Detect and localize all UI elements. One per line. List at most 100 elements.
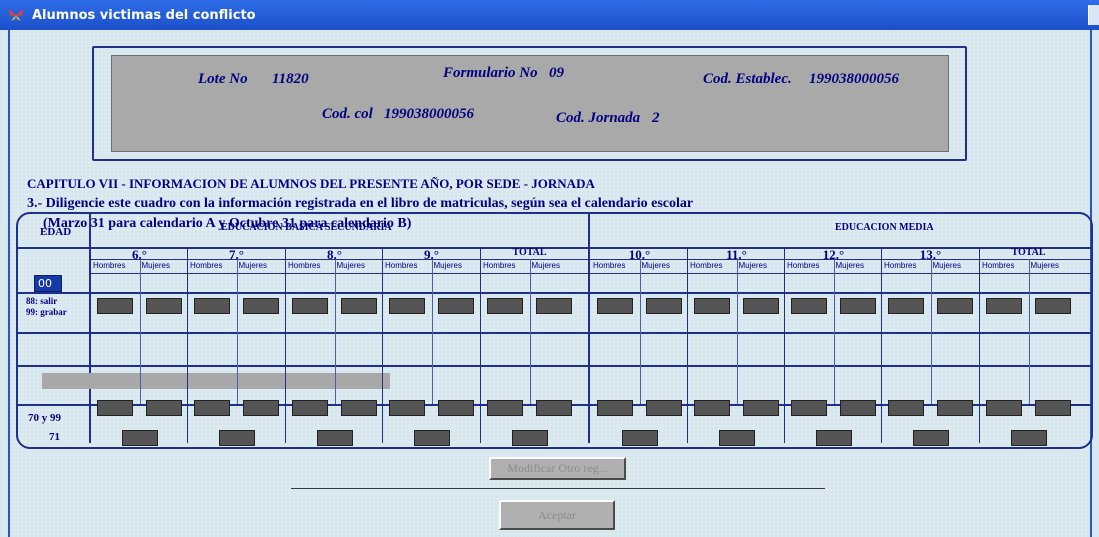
mujeres-label: Mujeres bbox=[433, 261, 462, 270]
count-field[interactable] bbox=[487, 298, 523, 314]
header-frame: Lote No 11820 Formulario No 09 Cod. Esta… bbox=[92, 46, 967, 161]
chapter-title: CAPITULO VII - INFORMACION DE ALUMNOS DE… bbox=[27, 176, 595, 191]
grid-line bbox=[687, 247, 688, 443]
count-field[interactable] bbox=[437, 298, 474, 314]
grid-line bbox=[784, 247, 785, 443]
count-field[interactable] bbox=[888, 400, 924, 416]
count-field[interactable] bbox=[1034, 400, 1071, 416]
grid-line bbox=[480, 247, 481, 443]
mujeres-label: Mujeres bbox=[1030, 261, 1059, 270]
count-field[interactable] bbox=[936, 298, 973, 314]
count-field[interactable] bbox=[242, 298, 279, 314]
count-field[interactable] bbox=[145, 298, 182, 314]
count-field[interactable] bbox=[194, 400, 230, 416]
grid-line bbox=[930, 259, 932, 404]
grid-line bbox=[334, 259, 336, 404]
count-field[interactable] bbox=[839, 298, 876, 314]
instruction-line-2: (Marzo 31 para calendario A y Octubre 31… bbox=[43, 216, 412, 231]
codcol-value: 199038000056 bbox=[384, 106, 474, 122]
count-field[interactable] bbox=[437, 400, 474, 416]
mujeres-label: Mujeres bbox=[932, 261, 961, 270]
count-field[interactable] bbox=[742, 298, 779, 314]
count-field[interactable] bbox=[340, 298, 377, 314]
count-field[interactable] bbox=[839, 400, 876, 416]
mujeres-label: Mujeres bbox=[835, 261, 864, 270]
count-field-71[interactable] bbox=[718, 430, 755, 446]
grid-line bbox=[588, 214, 590, 443]
count-field[interactable] bbox=[597, 298, 633, 314]
count-field-71[interactable] bbox=[316, 430, 353, 446]
count-field[interactable] bbox=[340, 400, 377, 416]
codcol-label: Cod. col bbox=[322, 106, 373, 122]
count-field-71[interactable] bbox=[815, 430, 852, 446]
count-field[interactable] bbox=[888, 298, 924, 314]
count-field-71[interactable] bbox=[121, 430, 158, 446]
count-field[interactable] bbox=[742, 400, 779, 416]
grabar-label: 99: grabar bbox=[26, 307, 67, 317]
grid-line bbox=[1028, 259, 1030, 404]
count-field[interactable] bbox=[645, 298, 682, 314]
salir-label: 88: salir bbox=[26, 296, 58, 306]
count-field[interactable] bbox=[97, 400, 133, 416]
grid-line bbox=[639, 259, 641, 404]
title-bar: Alumnos victimas del conflicto bbox=[0, 0, 1099, 30]
grid-line bbox=[881, 247, 882, 443]
mujeres-label: Mujeres bbox=[738, 261, 767, 270]
count-field-71[interactable] bbox=[511, 430, 548, 446]
count-field[interactable] bbox=[1034, 298, 1071, 314]
window-title: Alumnos victimas del conflicto bbox=[32, 7, 256, 23]
count-field-71[interactable] bbox=[218, 430, 255, 446]
count-field[interactable] bbox=[986, 298, 1022, 314]
grid-line bbox=[89, 273, 1091, 274]
count-field[interactable] bbox=[389, 298, 425, 314]
count-field-71[interactable] bbox=[621, 430, 658, 446]
count-field[interactable] bbox=[535, 400, 572, 416]
edad-input[interactable]: 00 bbox=[34, 275, 62, 292]
count-field[interactable] bbox=[694, 298, 730, 314]
count-field[interactable] bbox=[242, 400, 279, 416]
grid-line bbox=[979, 247, 980, 443]
count-field[interactable] bbox=[487, 400, 523, 416]
instruction-line-1: 3.- Diligencie este cuadro con la inform… bbox=[27, 196, 694, 211]
enrollment-grid: EDAD EDUCACION BASICA SECUNDARIA EDUCACI… bbox=[16, 212, 1093, 449]
aceptar-button[interactable]: Aceptar bbox=[499, 500, 615, 530]
grid-line bbox=[236, 259, 238, 404]
count-field[interactable] bbox=[986, 400, 1022, 416]
grid-line bbox=[285, 247, 286, 443]
header-panel: Lote No 11820 Formulario No 09 Cod. Esta… bbox=[111, 55, 949, 152]
count-field-71[interactable] bbox=[912, 430, 949, 446]
count-field[interactable] bbox=[194, 298, 230, 314]
close-button[interactable] bbox=[1088, 5, 1099, 25]
count-field[interactable] bbox=[145, 400, 182, 416]
mujeres-label: Mujeres bbox=[336, 261, 365, 270]
count-field-71[interactable] bbox=[1010, 430, 1047, 446]
count-field[interactable] bbox=[597, 400, 633, 416]
mujeres-label: Mujeres bbox=[141, 261, 170, 270]
grid-line bbox=[529, 259, 531, 404]
count-field[interactable] bbox=[694, 400, 730, 416]
progress-bar bbox=[42, 373, 390, 389]
count-field-71[interactable] bbox=[413, 430, 450, 446]
hombres-label: Hombres bbox=[982, 261, 1015, 270]
row-label-71: 71 bbox=[49, 431, 60, 443]
modificar-button[interactable]: Modificar Otro reg... bbox=[489, 457, 626, 480]
count-field[interactable] bbox=[645, 400, 682, 416]
formulario-label: Formulario No bbox=[443, 65, 538, 81]
hombres-label: Hombres bbox=[190, 261, 223, 270]
codestab-label: Cod. Establec. bbox=[703, 71, 792, 87]
butterfly-icon bbox=[9, 9, 23, 21]
count-field[interactable] bbox=[292, 400, 328, 416]
separator-line bbox=[291, 488, 825, 489]
grid-line bbox=[139, 259, 141, 404]
count-field[interactable] bbox=[97, 298, 133, 314]
count-field[interactable] bbox=[389, 400, 425, 416]
hombres-label: Hombres bbox=[483, 261, 516, 270]
count-field[interactable] bbox=[791, 298, 827, 314]
count-field[interactable] bbox=[292, 298, 328, 314]
count-field[interactable] bbox=[791, 400, 827, 416]
count-field[interactable] bbox=[936, 400, 973, 416]
codjornada-label: Cod. Jornada bbox=[556, 110, 641, 126]
count-field[interactable] bbox=[535, 298, 572, 314]
form-window: Lote No 11820 Formulario No 09 Cod. Esta… bbox=[8, 30, 1093, 537]
mujeres-label: Mujeres bbox=[641, 261, 670, 270]
